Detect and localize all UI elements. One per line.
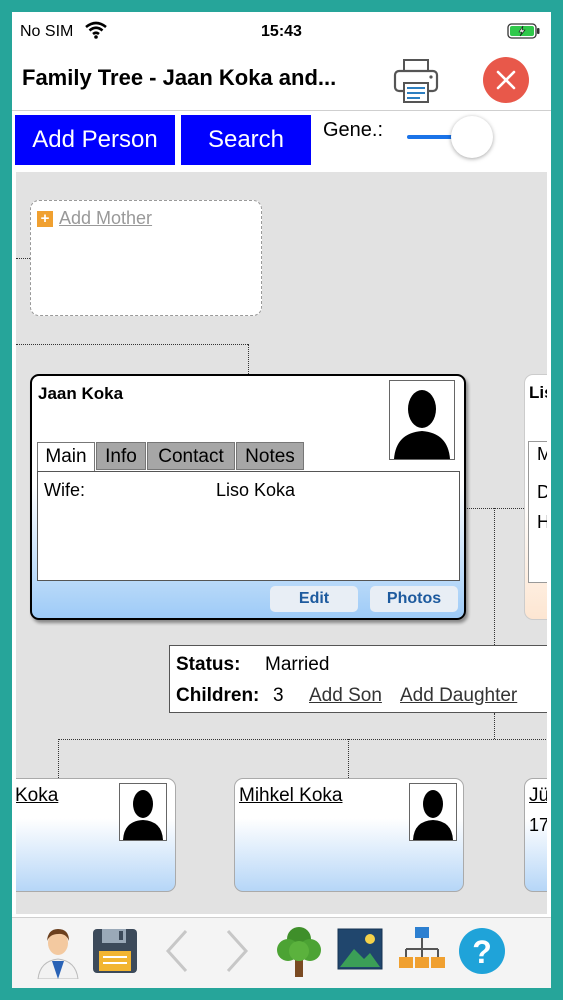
tab-info[interactable]: Info [96, 442, 146, 470]
svg-text:?: ? [472, 934, 492, 970]
person-photo[interactable] [389, 380, 455, 460]
plus-icon: + [37, 211, 53, 227]
tab-main[interactable]: Main [37, 442, 95, 472]
tab-content: Wife: Liso Koka [37, 471, 460, 581]
spouse-row: H [537, 512, 547, 533]
bottom-toolbar: ? [12, 917, 551, 988]
connector-line [58, 739, 59, 778]
tab-contact[interactable]: Contact [147, 442, 235, 470]
silhouette-icon [123, 790, 163, 840]
search-button[interactable]: Search [181, 115, 311, 165]
edit-button[interactable]: Edit [270, 586, 358, 612]
child-card[interactable]: Mihkel Koka [234, 778, 464, 892]
child-name: Jü [529, 785, 547, 806]
relation-label: Wife: [44, 480, 86, 500]
connector-line [248, 344, 249, 374]
person-button[interactable] [32, 923, 84, 980]
tab-notes[interactable]: Notes [236, 442, 304, 470]
image-icon [337, 928, 383, 970]
children-label: Children: [176, 685, 260, 706]
spouse-card[interactable]: Lis M D H [524, 374, 547, 620]
tree-canvas[interactable]: + Add Mother Jaan Koka Main Info Contact… [16, 172, 547, 914]
child-name: Koka [16, 785, 59, 806]
child-photo[interactable] [119, 783, 167, 841]
children-count: 3 [273, 685, 284, 706]
generations-label: Gene.: [323, 119, 384, 141]
child-detail: 17 [529, 815, 547, 835]
clock: 15:43 [261, 23, 302, 40]
status-value: Married [265, 654, 330, 675]
generations-slider-thumb[interactable] [451, 116, 493, 158]
child-photo[interactable] [409, 783, 457, 841]
silhouette-icon [413, 790, 453, 840]
forward-arrow-icon [226, 929, 249, 973]
relation-value: Liso Koka [216, 480, 296, 500]
person-card[interactable]: Jaan Koka Main Info Contact Notes Wife: … [30, 374, 466, 620]
spouse-row: D [537, 482, 547, 503]
person-name: Jaan Koka [38, 384, 124, 403]
print-button[interactable] [392, 58, 440, 104]
connector-line [494, 713, 495, 739]
add-mother-card[interactable]: + Add Mother [30, 200, 262, 316]
printer-icon [393, 59, 439, 103]
connector-line [16, 258, 30, 259]
add-son-link[interactable]: Add Son [309, 685, 382, 707]
save-icon [93, 929, 137, 973]
spouse-tab-label: M [537, 444, 547, 465]
connector-line [58, 739, 547, 740]
child-card[interactable]: Jü 17 [524, 778, 547, 892]
chart-button[interactable] [396, 923, 448, 979]
app-screen: No SIM 15:43 Family Tree - Jaan Koka and… [12, 12, 551, 988]
marriage-info-box: Status: Married Children: 3 Add Son Add … [169, 645, 547, 713]
tree-view-button[interactable] [273, 923, 325, 979]
add-mother-link[interactable]: Add Mother [59, 208, 152, 229]
spouse-name: Lis [529, 383, 547, 402]
save-button[interactable] [89, 923, 141, 979]
close-icon [496, 70, 516, 90]
back-arrow-icon [165, 929, 188, 973]
photos-button[interactable]: Photos [370, 586, 458, 612]
tree-icon [277, 927, 321, 977]
child-card[interactable]: Koka [16, 778, 176, 892]
help-icon: ? [459, 928, 505, 974]
connector-line [16, 344, 248, 345]
status-label: Status: [176, 654, 241, 675]
add-person-button[interactable]: Add Person [15, 115, 175, 165]
spouse-tab-content: M D H [528, 441, 547, 583]
forward-button[interactable] [210, 923, 262, 979]
silhouette-icon [394, 390, 450, 459]
connector-line [348, 739, 349, 778]
media-button[interactable] [334, 923, 386, 979]
connector-line [494, 508, 495, 645]
help-button[interactable]: ? [456, 923, 508, 979]
page-title: Family Tree - Jaan Koka and... [22, 65, 337, 90]
close-button[interactable] [483, 57, 529, 103]
hierarchy-icon [399, 927, 445, 968]
person-icon [37, 929, 79, 980]
battery-icon [507, 23, 540, 39]
add-daughter-link[interactable]: Add Daughter [400, 685, 517, 707]
back-button[interactable] [152, 923, 204, 979]
child-name: Mihkel Koka [239, 785, 343, 806]
status-bar: No SIM 15:43 [12, 12, 551, 52]
title-bar: Family Tree - Jaan Koka and... [12, 52, 551, 111]
toolbar: Add Person Search Gene.: [12, 111, 551, 171]
